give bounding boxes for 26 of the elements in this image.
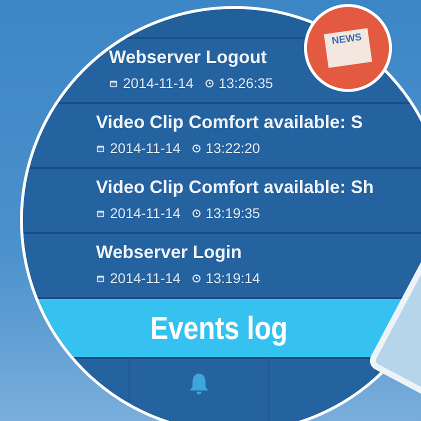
tab-button[interactable]	[270, 359, 375, 421]
event-time: 13:19:35	[206, 205, 260, 221]
event-title: Video Clip Comfort available: Sh	[96, 177, 375, 198]
event-date: 2014-11-14	[110, 140, 181, 156]
event-title: Webserver Login	[96, 242, 243, 263]
event-title: Webserver Logout	[109, 47, 268, 68]
event-date: 2014-11-14	[123, 75, 194, 91]
calendar-icon	[96, 208, 105, 218]
event-time: 13:26:35	[218, 75, 274, 91]
clock-icon	[192, 208, 201, 218]
event-time: 13:19:14	[206, 270, 260, 286]
event-row[interactable]: Webserver Login 2014-11-14 13:19:14	[23, 234, 421, 299]
calendar-icon	[96, 144, 105, 152]
calendar-icon	[96, 274, 105, 282]
banner-title: Events log	[150, 310, 288, 346]
clock-icon	[204, 78, 214, 88]
event-row[interactable]: Video Clip Comfort available: Sh 2014-11-14 13:19:35	[23, 169, 421, 234]
event-date: 2014-11-14	[110, 270, 181, 286]
clock-icon	[192, 274, 201, 282]
tab-button[interactable]	[130, 359, 268, 421]
calendar-icon	[109, 78, 118, 88]
event-title: Video Clip Comfort available: S	[96, 112, 364, 133]
event-date: 2014-11-14	[110, 205, 181, 221]
news-label: NEWS	[331, 32, 364, 50]
event-time: 13:22:20	[206, 140, 260, 156]
clock-icon	[192, 144, 201, 152]
